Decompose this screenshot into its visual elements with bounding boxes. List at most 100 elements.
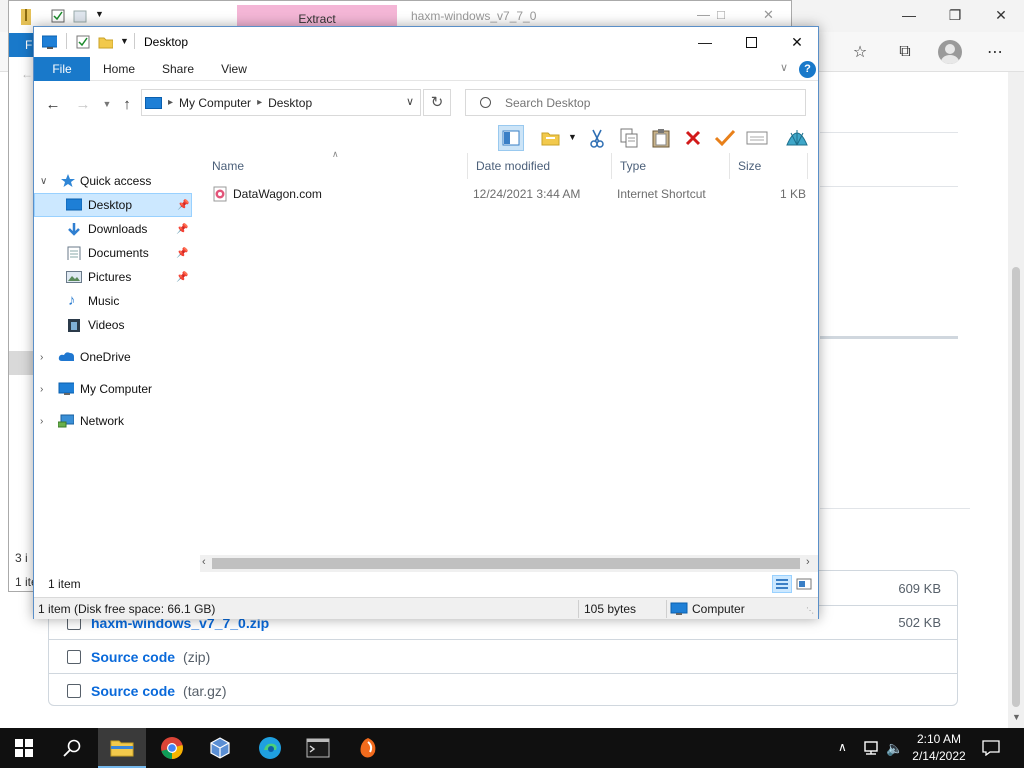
nav-videos[interactable]: Videos (34, 313, 192, 337)
scroll-down-arrow-icon[interactable]: ▼ (1012, 712, 1021, 722)
close-button[interactable]: ✕ (774, 27, 820, 57)
start-button[interactable] (0, 728, 48, 768)
scroll-left-icon[interactable]: ‹ (202, 556, 206, 568)
taskbar-chrome[interactable] (148, 728, 196, 768)
notifications-icon[interactable] (982, 740, 1000, 756)
expand-chevron-icon[interactable]: › (40, 416, 43, 427)
nav-onedrive[interactable]: › OneDrive (34, 345, 192, 369)
favorites-star-icon[interactable]: ☆ (845, 38, 875, 66)
chevron-down-icon[interactable]: ▼ (95, 9, 104, 19)
address-dropdown-icon[interactable]: ∨ (406, 95, 414, 108)
tab-share[interactable]: Share (154, 57, 202, 81)
taskbar-terminal[interactable] (294, 728, 342, 768)
column-header-type[interactable]: Type (612, 153, 730, 179)
collections-icon[interactable]: ⧉ (890, 38, 920, 66)
scroll-right-icon[interactable]: › (806, 556, 810, 568)
zip-maximize-button[interactable]: □ (717, 7, 725, 22)
nav-desktop[interactable]: Desktop 📌 (34, 193, 192, 217)
taskbar-app[interactable] (344, 728, 392, 768)
zip-close-button[interactable]: ✕ (763, 7, 774, 23)
nav-downloads[interactable]: Downloads 📌 (34, 217, 192, 241)
refresh-button[interactable]: ↻ (423, 89, 451, 116)
desktop-explorer-window[interactable]: ▼ Desktop — ✕ File Home Share View ∨ ? ←… (33, 26, 819, 619)
browser-restore-button[interactable]: ❐ (932, 0, 978, 30)
pin-icon[interactable]: 📌 (176, 272, 188, 283)
new-folder-icon[interactable] (98, 35, 113, 49)
pin-icon[interactable]: 📌 (177, 200, 189, 211)
address-bar[interactable]: ▸ My Computer ▸ Desktop ∨ (141, 89, 421, 116)
cut-button[interactable] (584, 125, 610, 151)
breadcrumb-chevron-icon[interactable]: ▸ (257, 97, 262, 108)
show-hidden-icons-icon[interactable]: ∧ (838, 740, 847, 754)
breadcrumb-desktop[interactable]: Desktop (268, 96, 312, 110)
nav-documents[interactable]: Documents 📌 (34, 241, 192, 265)
preview-pane-button[interactable] (498, 125, 524, 151)
recent-locations-icon[interactable]: ▼ (96, 93, 118, 115)
help-button[interactable]: ? (799, 61, 816, 78)
asset-ext: (zip) (183, 648, 211, 665)
nav-my-computer[interactable]: › My Computer (34, 377, 192, 401)
column-header-name[interactable]: Name (204, 153, 468, 179)
column-header-size[interactable]: Size (730, 153, 808, 179)
pin-icon[interactable]: 📌 (176, 248, 188, 259)
collapse-chevron-icon[interactable]: ∨ (40, 176, 47, 187)
nav-music[interactable]: ♪ Music (34, 289, 192, 313)
tab-home[interactable]: Home (94, 57, 144, 81)
maximize-button[interactable] (728, 27, 774, 57)
properties-icon[interactable] (76, 35, 91, 49)
asset-link[interactable]: Source code (91, 683, 175, 699)
breadcrumb-my-computer[interactable]: My Computer (179, 96, 251, 110)
tab-view[interactable]: View (210, 57, 258, 81)
nav-quick-access[interactable]: ∨ Quick access (34, 169, 192, 193)
taskbar-virtualbox[interactable] (196, 728, 244, 768)
large-icons-view-button[interactable] (794, 575, 814, 593)
shell-button[interactable] (784, 125, 810, 151)
back-arrow-icon[interactable]: ← (21, 67, 33, 81)
scrollbar-thumb[interactable] (1012, 267, 1020, 707)
chevron-down-icon[interactable]: ▼ (120, 36, 129, 46)
minimize-button[interactable]: — (682, 27, 728, 57)
taskbar-edge[interactable] (246, 728, 294, 768)
breadcrumb-chevron-icon[interactable]: ▸ (168, 97, 173, 108)
search-box[interactable] (465, 89, 806, 116)
search-input[interactable] (505, 95, 785, 110)
browser-scrollbar[interactable]: ▼ (1008, 72, 1024, 728)
resize-grip-icon[interactable]: ⋱ (806, 606, 814, 615)
scrollbar-thumb[interactable] (212, 558, 800, 569)
profile-avatar[interactable] (938, 40, 962, 64)
nav-network[interactable]: › Network (34, 409, 192, 433)
expand-ribbon-icon[interactable]: ∨ (780, 61, 788, 74)
browser-close-button[interactable]: ✕ (978, 0, 1024, 30)
properties-icon[interactable] (51, 9, 65, 23)
network-tray-icon[interactable] (862, 740, 880, 756)
paste-button[interactable] (648, 125, 674, 151)
view-options-button[interactable] (538, 125, 564, 151)
expand-chevron-icon[interactable]: › (40, 352, 43, 363)
more-icon[interactable]: ⋯ (980, 38, 1010, 66)
properties-button[interactable] (744, 125, 770, 151)
nav-pictures[interactable]: Pictures 📌 (34, 265, 192, 289)
column-header-date[interactable]: Date modified (468, 153, 612, 179)
horizontal-scrollbar[interactable]: ‹ › (200, 555, 818, 572)
chevron-down-icon[interactable]: ▼ (568, 132, 577, 142)
new-folder-icon[interactable] (73, 9, 87, 23)
search-button[interactable] (48, 728, 96, 768)
browser-minimize-button[interactable]: — (886, 0, 932, 30)
file-row[interactable]: DataWagon.com 12/24/2021 3:44 AM Interne… (202, 183, 818, 205)
zip-minimize-button[interactable]: — (697, 7, 710, 22)
asset-link[interactable]: Source code (91, 649, 175, 665)
expand-chevron-icon[interactable]: › (40, 384, 43, 395)
delete-button[interactable] (680, 125, 706, 151)
asset-row[interactable]: Source code (tar.gz) (49, 673, 957, 707)
copy-button[interactable] (616, 125, 642, 151)
pin-icon[interactable]: 📌 (176, 224, 188, 235)
forward-button[interactable]: → (72, 93, 94, 115)
asset-row[interactable]: Source code (zip) (49, 639, 957, 673)
system-clock[interactable]: 2:10 AM 2/14/2022 (900, 731, 978, 765)
rename-button[interactable] (712, 125, 738, 151)
up-button[interactable]: ↑ (116, 93, 138, 115)
details-view-button[interactable] (772, 575, 792, 593)
tab-file[interactable]: File (34, 57, 90, 81)
back-button[interactable]: ← (42, 93, 64, 115)
taskbar-file-explorer[interactable] (98, 728, 146, 768)
